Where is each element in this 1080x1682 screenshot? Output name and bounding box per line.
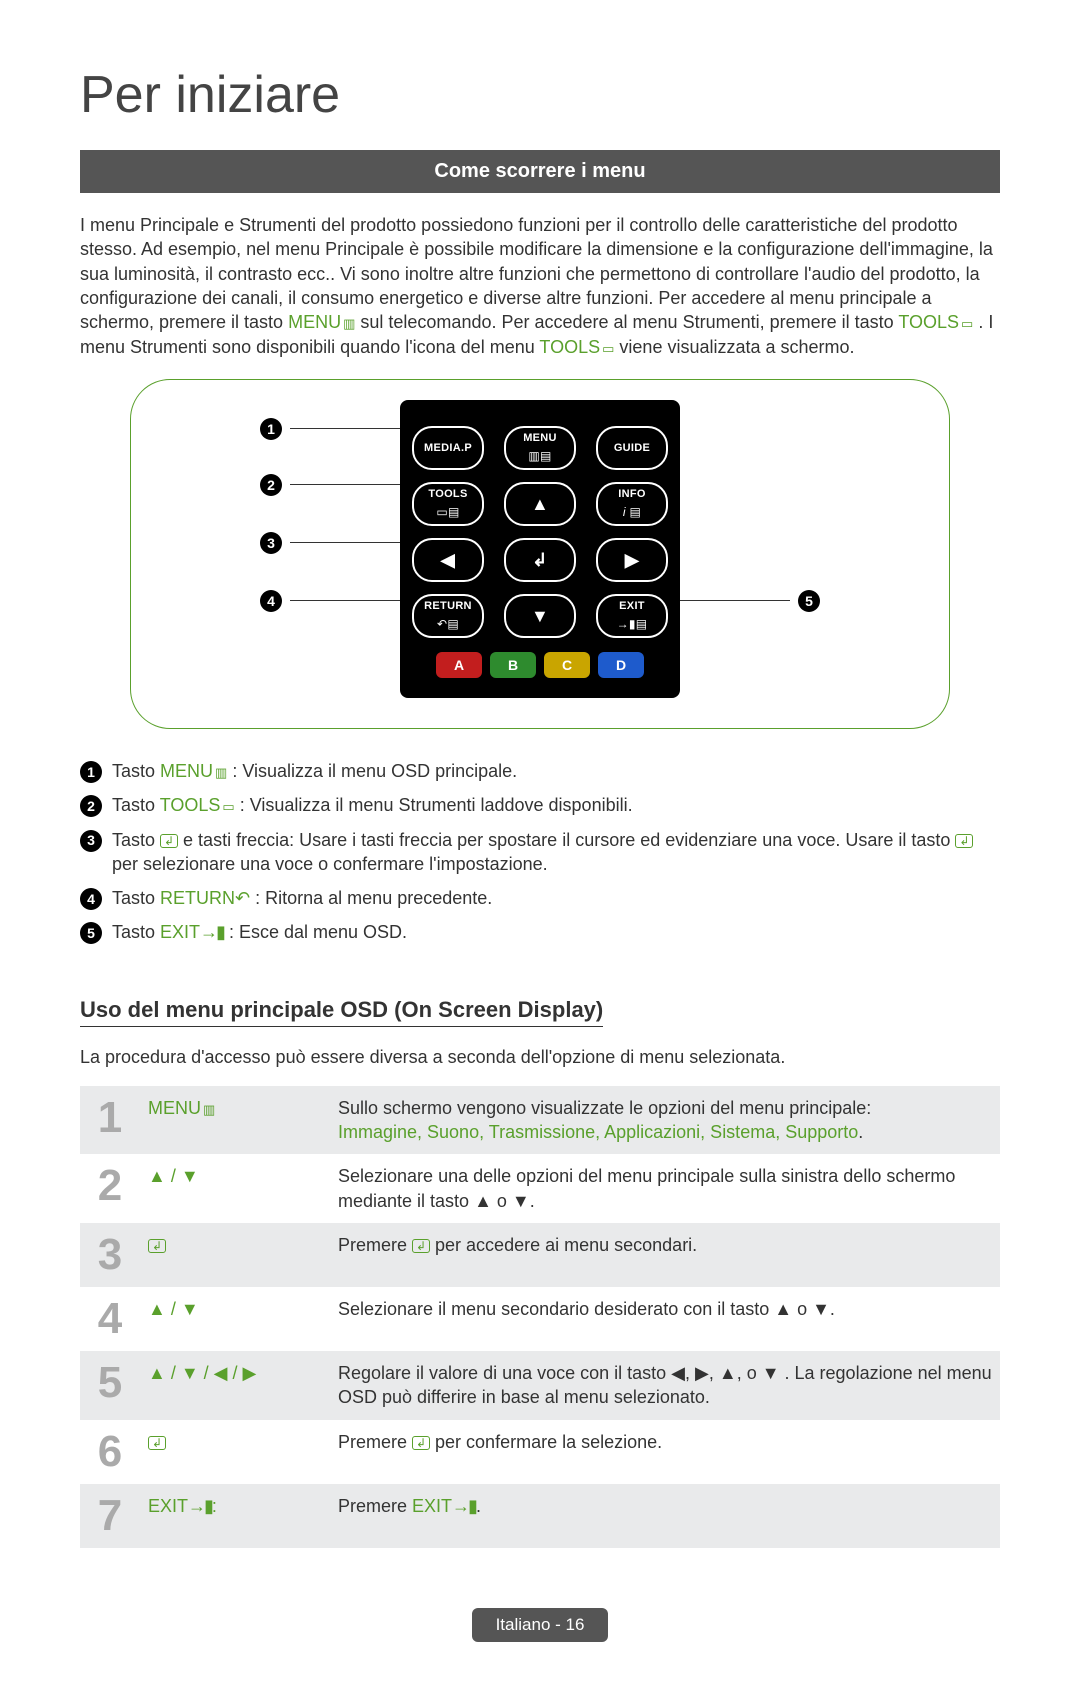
menu-icon	[201, 1098, 215, 1118]
step-number: 7	[80, 1484, 140, 1548]
step-key: EXIT:	[140, 1484, 330, 1548]
step-key: MENU	[140, 1086, 330, 1155]
remote-diagram: 1 2 3 4 5 MEDIA.P MENU▥▤ GUIDE	[130, 379, 950, 729]
down-button: ▼	[504, 594, 576, 638]
page-footer: Italiano - 16	[80, 1608, 1000, 1643]
exit-icon	[200, 922, 224, 942]
intro-text: viene visualizzata a schermo.	[619, 337, 854, 357]
enter-icon	[148, 1239, 166, 1253]
step-key: ▲ / ▼	[140, 1287, 330, 1351]
tools-icon	[220, 795, 234, 815]
legend-list: 1 Tasto MENU : Visualizza il menu OSD pr…	[80, 759, 1000, 945]
callout-5: 5	[680, 590, 820, 612]
step-desc: Selezionare una delle opzioni del menu p…	[330, 1154, 1000, 1223]
step-row: 1 MENU Sullo schermo vengono visualizzat…	[80, 1086, 1000, 1155]
legend-item-5: 5 Tasto EXIT : Esce dal menu OSD.	[80, 920, 1000, 944]
step-desc: Sullo schermo vengono visualizzate le op…	[330, 1086, 1000, 1155]
tools-icon	[959, 312, 973, 332]
step-key: ▲ / ▼ / ◀ / ▶	[140, 1351, 330, 1420]
legend-item-2: 2 Tasto TOOLS : Visualizza il menu Strum…	[80, 793, 1000, 817]
legend-item-3: 3 Tasto e tasti freccia: Usare i tasti f…	[80, 828, 1000, 877]
callout-4: 4	[260, 590, 400, 612]
tools-button: TOOLS▭▤	[412, 482, 484, 526]
callout-3: 3	[260, 532, 400, 554]
return-button: RETURN↶▤	[412, 594, 484, 638]
step-desc: Premere per confermare la selezione.	[330, 1420, 1000, 1484]
step-row: 5 ▲ / ▼ / ◀ / ▶ Regolare il valore di un…	[80, 1351, 1000, 1420]
osd-subheading: Uso del menu principale OSD (On Screen D…	[80, 995, 603, 1028]
step-number: 3	[80, 1223, 140, 1287]
intro-paragraph: I menu Principale e Strumenti del prodot…	[80, 213, 1000, 359]
menu-icon	[341, 312, 355, 332]
step-row: 7 EXIT: Premere EXIT.	[80, 1484, 1000, 1548]
info-button: INFOi ▤	[596, 482, 668, 526]
step-row: 3 Premere per accedere ai menu secondari…	[80, 1223, 1000, 1287]
step-number: 2	[80, 1154, 140, 1223]
exit-icon	[188, 1496, 212, 1516]
page-number-pill: Italiano - 16	[472, 1608, 609, 1643]
legend-item-1: 1 Tasto MENU : Visualizza il menu OSD pr…	[80, 759, 1000, 783]
d-button: D	[598, 652, 644, 678]
step-desc: Selezionare il menu secondario desiderat…	[330, 1287, 1000, 1351]
step-row: 6 Premere per confermare la selezione.	[80, 1420, 1000, 1484]
b-button: B	[490, 652, 536, 678]
section-bar: Come scorrere i menu	[80, 150, 1000, 193]
menu-keyword: MENU	[288, 312, 355, 332]
enter-button: ↲	[504, 538, 576, 582]
media-p-button: MEDIA.P	[412, 426, 484, 470]
tools-icon	[600, 337, 614, 357]
enter-icon	[412, 1436, 430, 1450]
step-desc: Premere EXIT.	[330, 1484, 1000, 1548]
return-icon	[235, 888, 250, 908]
menu-options-keywords: Immagine, Suono, Trasmissione, Applicazi…	[338, 1122, 858, 1142]
callout-1: 1	[260, 418, 400, 440]
menu-keyword: MENU	[160, 761, 227, 781]
enter-icon	[412, 1239, 430, 1253]
exit-button: EXIT→▮▤	[596, 594, 668, 638]
page-title: Per iniziare	[80, 60, 1000, 130]
enter-icon	[955, 834, 973, 848]
step-number: 1	[80, 1086, 140, 1155]
step-key	[140, 1223, 330, 1287]
tools-keyword: TOOLS	[160, 795, 235, 815]
step-number: 5	[80, 1351, 140, 1420]
step-row: 4 ▲ / ▼ Selezionare il menu secondario d…	[80, 1287, 1000, 1351]
exit-keyword: EXIT	[160, 922, 224, 942]
steps-table: 1 MENU Sullo schermo vengono visualizzat…	[80, 1086, 1000, 1548]
legend-item-4: 4 Tasto RETURN : Ritorna al menu precede…	[80, 886, 1000, 910]
menu-icon	[213, 761, 227, 781]
c-button: C	[544, 652, 590, 678]
tools-keyword: TOOLS	[898, 312, 973, 332]
up-button: ▲	[504, 482, 576, 526]
step-number: 6	[80, 1420, 140, 1484]
left-button: ◀	[412, 538, 484, 582]
return-keyword: RETURN	[160, 888, 250, 908]
intro-text: sul telecomando. Per accedere al menu St…	[360, 312, 898, 332]
osd-subintro: La procedura d'accesso può essere divers…	[80, 1045, 1000, 1069]
abcd-row: A B C D	[412, 652, 668, 678]
step-number: 4	[80, 1287, 140, 1351]
menu-button: MENU▥▤	[504, 426, 576, 470]
step-key: ▲ / ▼	[140, 1154, 330, 1223]
tools-keyword: TOOLS	[539, 337, 614, 357]
guide-button: GUIDE	[596, 426, 668, 470]
enter-icon	[160, 834, 178, 848]
callout-2: 2	[260, 474, 400, 496]
step-key	[140, 1420, 330, 1484]
step-desc: Regolare il valore di una voce con il ta…	[330, 1351, 1000, 1420]
step-row: 2 ▲ / ▼ Selezionare una delle opzioni de…	[80, 1154, 1000, 1223]
a-button: A	[436, 652, 482, 678]
step-desc: Premere per accedere ai menu secondari.	[330, 1223, 1000, 1287]
right-button: ▶	[596, 538, 668, 582]
exit-icon	[452, 1496, 476, 1516]
enter-icon	[148, 1436, 166, 1450]
remote-body: 1 2 3 4 5 MEDIA.P MENU▥▤ GUIDE	[400, 400, 680, 698]
